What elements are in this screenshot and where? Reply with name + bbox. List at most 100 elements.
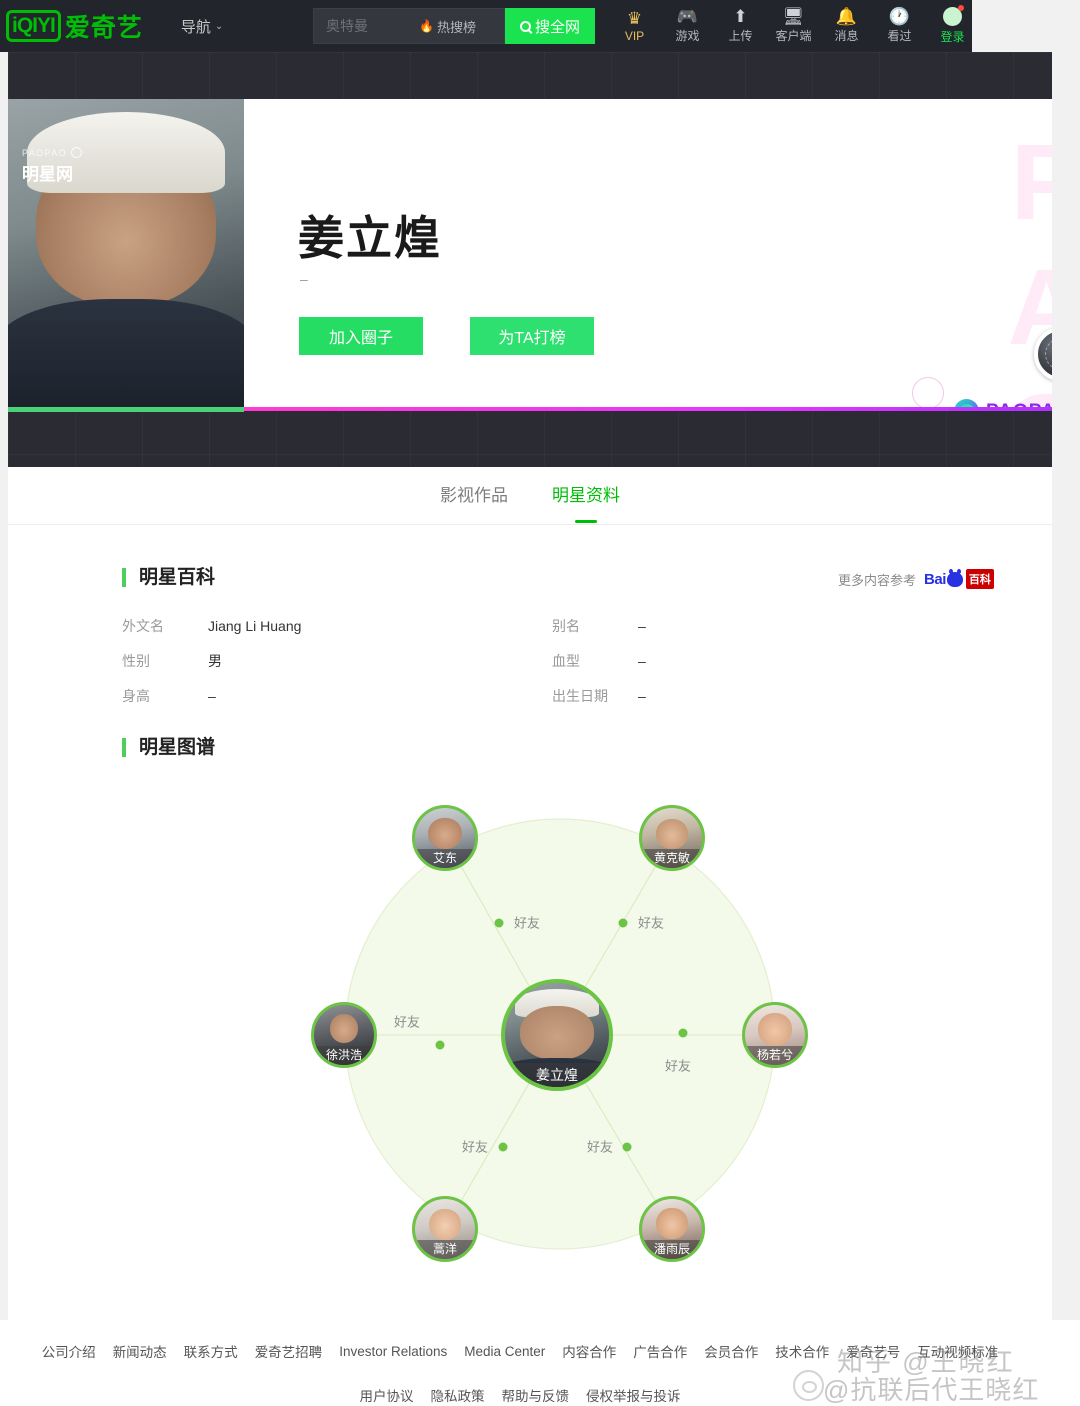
graph-node-ai-dong[interactable]: 艾东 <box>412 805 478 871</box>
nav-item-login[interactable]: 登录 <box>926 0 979 52</box>
footer-link-help-feedback[interactable]: 帮助与反馈 <box>502 1385 570 1405</box>
footer-link-tech-partner[interactable]: 技术合作 <box>775 1341 829 1361</box>
circle-icon <box>71 147 83 158</box>
support-star-button[interactable]: 为TA打榜 <box>470 317 594 355</box>
photo-body-shape <box>8 299 244 412</box>
graph-node-xu-honghao[interactable]: 徐洪浩 <box>311 1002 377 1068</box>
info-value: Jiang Li Huang <box>208 617 302 634</box>
baidu-baike-logo[interactable]: Bai 百科 <box>924 568 994 589</box>
paopao-circle-icon <box>954 399 979 411</box>
info-cell: 血型 – <box>552 651 646 671</box>
footer-link-content-partner[interactable]: 内容合作 <box>562 1341 616 1361</box>
star-profile-photo[interactable]: PAOPAO 明星网 <box>8 99 244 412</box>
info-key: 出生日期 <box>552 687 608 704</box>
hot-search-link[interactable]: 🔥 热搜榜 <box>419 17 484 36</box>
graph-node-center[interactable]: 姜立煌 <box>501 979 613 1091</box>
nav-item-vip[interactable]: ♛ VIP <box>608 0 661 52</box>
footer-links-row-2: 用户协议 隐私政策 帮助与反馈 侵权举报与投诉 <box>0 1385 1040 1405</box>
footer-link-ad-partner[interactable]: 广告合作 <box>633 1341 687 1361</box>
chevron-down-icon: ⌄ <box>214 20 224 32</box>
node-name: 姜立煌 <box>505 1063 609 1087</box>
avatar <box>943 5 964 26</box>
nav-label-games: 游戏 <box>675 29 700 43</box>
node-name: 黄克敏 <box>642 849 702 868</box>
site-footer: 公司介绍 新闻动态 联系方式 爱奇艺招聘 Investor Relations … <box>0 1320 1080 1406</box>
search-all-button[interactable]: 搜全网 <box>505 8 595 44</box>
search-input[interactable] <box>314 18 419 34</box>
search-box[interactable]: 🔥 热搜榜 <box>313 8 505 44</box>
footer-link-media-center[interactable]: Media Center <box>464 1344 545 1359</box>
edge-dot-icon <box>435 1040 445 1050</box>
info-key: 身高 <box>122 687 150 704</box>
footer-links-row-1: 公司介绍 新闻动态 联系方式 爱奇艺招聘 Investor Relations … <box>0 1341 1040 1361</box>
edge-dot-icon <box>618 918 628 928</box>
nav-icon-group: ♛ VIP 🎮 游戏 ⬆ 上传 🖥 客户端 🔔 消息 🕐 看过 登录 <box>608 0 979 52</box>
baidu-bai-text: Bai <box>924 570 946 588</box>
iqiyi-logo[interactable]: iQIYI 爱奇艺 <box>6 8 143 44</box>
info-value: – <box>638 617 646 634</box>
clock-icon: 🕐 <box>888 7 911 26</box>
nav-label-history: 看过 <box>887 29 912 43</box>
medal-badge-icon <box>1034 327 1052 381</box>
tab-bar: 影视作品 明星资料 <box>8 467 1052 525</box>
nav-item-history[interactable]: 🕐 看过 <box>873 0 926 52</box>
join-circle-button[interactable]: 加入圈子 <box>299 317 423 355</box>
info-cell: 别名 – <box>552 616 646 636</box>
baidu-reference[interactable]: 更多内容参考 Bai 百科 <box>838 568 994 589</box>
footer-link-member-partner[interactable]: 会员合作 <box>704 1341 758 1361</box>
page-root: iQIYI 爱奇艺 导航 ⌄ 🔥 热搜榜 搜全网 ♛ VIP 🎮 游戏 ⬆ 上传 <box>0 0 1080 1406</box>
graph-node-pan-yuchen[interactable]: 潘雨辰 <box>639 1196 705 1262</box>
logo-chinese-text: 爱奇艺 <box>64 14 143 42</box>
decorative-ring <box>912 377 944 409</box>
node-name: 杨若兮 <box>745 1046 805 1065</box>
paopao-logo-text: PAOPA <box>986 400 1052 412</box>
footer-link-investor-relations[interactable]: Investor Relations <box>339 1344 447 1359</box>
footer-link-careers[interactable]: 爱奇艺招聘 <box>255 1341 323 1361</box>
footer-link-contact[interactable]: 联系方式 <box>184 1341 238 1361</box>
info-cell: 性别 男 <box>122 651 552 671</box>
baidu-baike-text: 百科 <box>965 569 994 589</box>
paopao-watermark-bottom: 明星网 <box>22 165 73 184</box>
table-row: 性别 男 血型 – <box>122 643 922 678</box>
footer-link-news[interactable]: 新闻动态 <box>113 1341 167 1361</box>
graph-node-huang-kemin[interactable]: 黄克敏 <box>639 805 705 871</box>
search-icon <box>519 20 531 32</box>
graph-node-hao-yang[interactable]: 蒿洋 <box>412 1196 478 1262</box>
edge-dot-icon <box>494 918 504 928</box>
info-key: 别名 <box>552 617 580 634</box>
nav-label-messages: 消息 <box>834 29 859 43</box>
nav-item-upload[interactable]: ⬆ 上传 <box>714 0 767 52</box>
flame-icon: 🔥 <box>419 19 434 33</box>
table-row: 身高 – 出生日期 – <box>122 678 922 713</box>
graph-node-yang-ruoxi[interactable]: 杨若兮 <box>742 1002 808 1068</box>
tab-works[interactable]: 影视作品 <box>440 481 508 510</box>
paopao-watermark-top: PAOPAO <box>22 147 68 158</box>
info-value: – <box>638 687 646 704</box>
star-hero-banner: PAOPAO 明星网 PAOPAO PAOPA 姜立煌 – 加入圈子 为TA打榜 <box>8 52 1052 467</box>
node-name: 潘雨辰 <box>642 1240 702 1259</box>
upload-icon: ⬆ <box>733 7 748 26</box>
star-info-table: 外文名 Jiang Li Huang 别名 – 性别 男 血型 – 身高 – 出… <box>122 608 922 713</box>
tab-star-info[interactable]: 明星资料 <box>552 481 620 510</box>
footer-link-report-complaint[interactable]: 侵权举报与投诉 <box>586 1385 681 1405</box>
info-cell: 外文名 Jiang Li Huang <box>122 616 552 636</box>
nav-label-vip: VIP <box>624 28 645 43</box>
section-title-wiki: 明星百科 <box>122 568 215 587</box>
footer-link-user-agreement[interactable]: 用户协议 <box>360 1385 414 1405</box>
nav-item-games[interactable]: 🎮 游戏 <box>661 0 714 52</box>
nav-menu-button[interactable]: 导航 ⌄ <box>181 16 223 37</box>
info-key: 血型 <box>552 652 580 669</box>
page-title: 姜立煌 <box>298 212 442 264</box>
nav-label-client: 客户端 <box>775 29 812 43</box>
nav-menu-label: 导航 <box>180 18 211 36</box>
logo-badge-text: iQIYI <box>6 10 61 42</box>
nav-item-client[interactable]: 🖥 客户端 <box>767 0 820 52</box>
footer-link-company[interactable]: 公司介绍 <box>42 1341 96 1361</box>
nav-item-messages[interactable]: 🔔 消息 <box>820 0 873 52</box>
footer-link-interactive-video-standard[interactable]: 互动视频标准 <box>917 1341 998 1361</box>
footer-link-privacy-policy[interactable]: 隐私政策 <box>431 1385 485 1405</box>
node-name: 徐洪浩 <box>314 1046 374 1065</box>
search-all-label: 搜全网 <box>534 18 580 36</box>
gamepad-icon: 🎮 <box>676 7 699 26</box>
footer-link-iqiyi-hao[interactable]: 爱奇艺号 <box>846 1341 900 1361</box>
